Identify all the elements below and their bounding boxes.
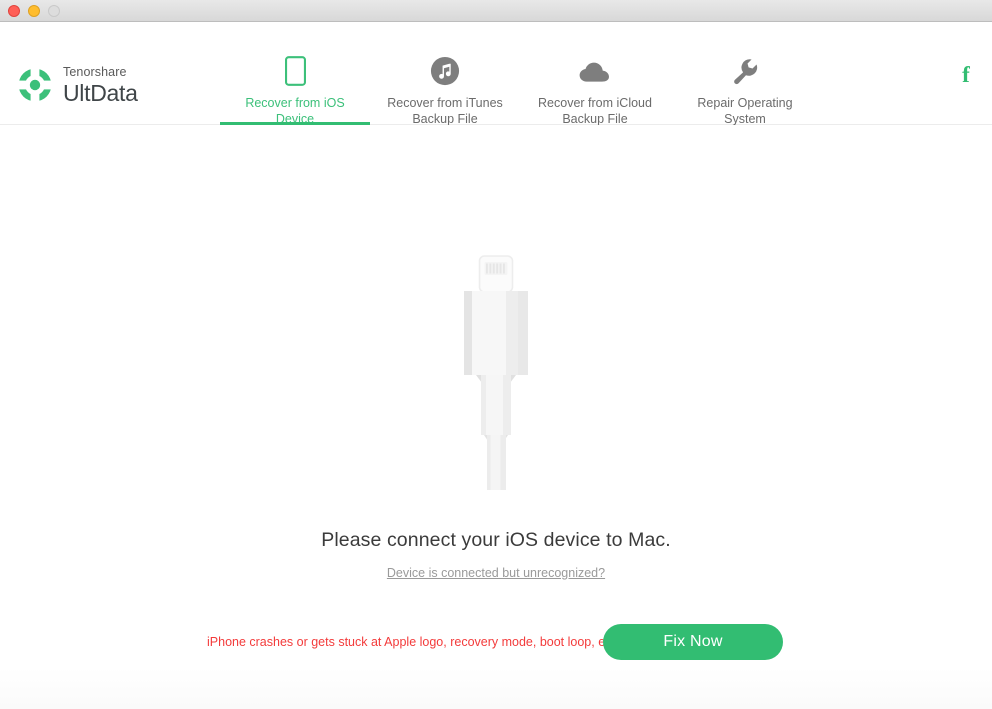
tab-label-line1: Repair Operating: [697, 96, 793, 110]
wrench-icon: [670, 54, 820, 88]
tab-label: Repair Operating System: [670, 95, 820, 127]
minimize-window-button[interactable]: [28, 4, 40, 17]
tab-recover-from-icloud-backup-file[interactable]: Recover from iCloud Backup File: [520, 22, 670, 127]
lightning-cable-illustration: [0, 255, 992, 490]
bottom-action-bar: iPhone crashes or gets stuck at Apple lo…: [0, 617, 992, 709]
facebook-icon[interactable]: f: [956, 61, 976, 87]
tenorshare-ring-logo-icon: [16, 66, 54, 105]
traffic-light-group: [8, 4, 60, 17]
tab-label: Recover from iOS Device: [220, 95, 370, 127]
brand-product-name: UltData: [63, 79, 138, 106]
crash-notice-text: iPhone crashes or gets stuck at Apple lo…: [207, 635, 622, 649]
maximize-window-button[interactable]: [48, 4, 60, 17]
facebook-glyph: f: [962, 61, 970, 87]
brand-logo: Tenorshare UltData: [16, 66, 138, 105]
tab-label-line2: Backup File: [412, 112, 478, 126]
itunes-music-note-icon: [370, 54, 520, 88]
fix-now-button[interactable]: Fix Now: [603, 624, 783, 660]
app-header: Tenorshare UltData Recover from iOS Devi…: [0, 22, 992, 127]
close-window-button[interactable]: [8, 4, 20, 17]
tab-label-line2: Backup File: [562, 112, 628, 126]
tab-label-line2: System: [724, 112, 766, 126]
unrecognized-device-help-link[interactable]: Device is connected but unrecognized?: [387, 566, 605, 580]
tab-recover-from-ios-device[interactable]: Recover from iOS Device: [220, 22, 370, 127]
tab-label-line1: Recover from iTunes: [387, 96, 503, 110]
tab-label-line1: Recover from iCloud: [538, 96, 652, 110]
tab-recover-from-itunes-backup-file[interactable]: Recover from iTunes Backup File: [370, 22, 520, 127]
icloud-cloud-icon: [520, 54, 670, 88]
main-content-area: Please connect your iOS device to Mac. D…: [0, 125, 992, 709]
connect-prompt-block: Please connect your iOS device to Mac. D…: [0, 529, 992, 582]
brand-company-name: Tenorshare: [63, 65, 127, 79]
tab-repair-operating-system[interactable]: Repair Operating System: [670, 22, 820, 127]
tab-label-line2: Device: [275, 112, 315, 126]
tab-label-line1: Recover from iOS: [245, 96, 345, 110]
app-window: Tenorshare UltData Recover from iOS Devi…: [0, 0, 992, 709]
iphone-icon: [220, 54, 370, 88]
page-title: Please connect your iOS device to Mac.: [321, 529, 671, 551]
brand-text-block: Tenorshare UltData: [63, 66, 138, 105]
tab-label: Recover from iTunes Backup File: [370, 95, 520, 127]
bottom-action-row: iPhone crashes or gets stuck at Apple lo…: [0, 624, 992, 664]
window-titlebar: [0, 0, 992, 22]
tab-label: Recover from iCloud Backup File: [520, 95, 670, 127]
main-navigation-tabs: Recover from iOS Device Recover from iTu…: [220, 22, 820, 127]
